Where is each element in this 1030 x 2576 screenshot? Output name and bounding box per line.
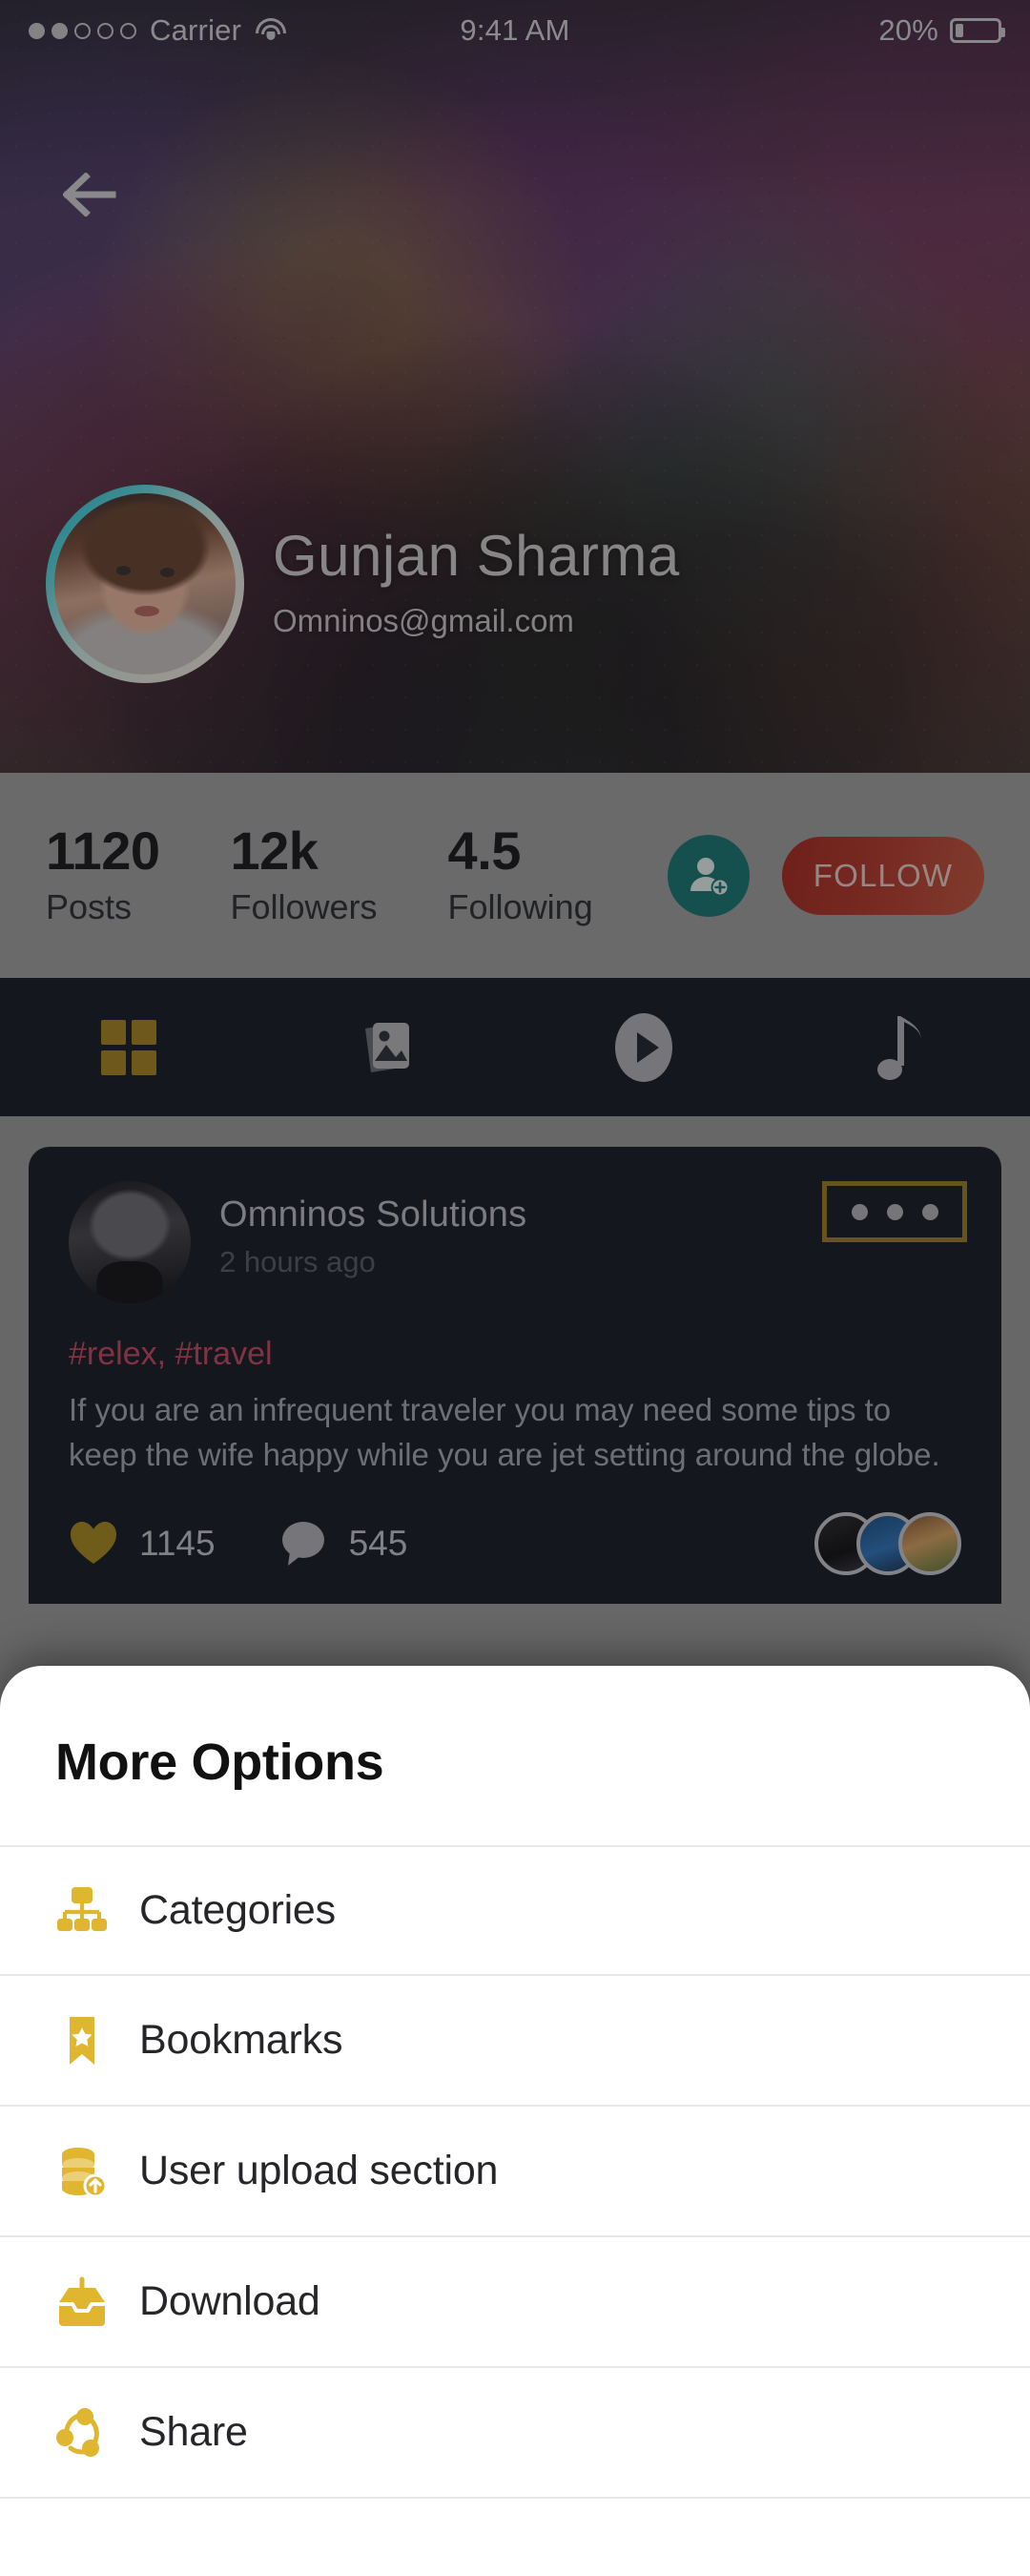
more-options-sheet: More Options Categories Bookmarks User u…: [0, 1666, 1030, 2576]
sheet-title: More Options: [55, 1734, 384, 1791]
menu-item-bookmarks[interactable]: Bookmarks: [0, 1976, 1030, 2107]
phone-screen: Carrier 9:41 AM 20% Gunjan Sharma Omnino…: [0, 0, 1030, 2576]
menu-item-user-upload[interactable]: User upload section: [0, 2107, 1030, 2237]
sitemap-icon: [55, 1884, 139, 1938]
menu-item-label: User upload section: [139, 2148, 499, 2193]
menu-item-label: Download: [139, 2278, 320, 2324]
menu-item-label: Share: [139, 2409, 248, 2455]
database-upload-icon: [55, 2145, 139, 2198]
share-nodes-icon: [55, 2406, 139, 2460]
menu-item-label: Bookmarks: [139, 2017, 343, 2063]
menu-item-label: Categories: [139, 1887, 336, 1933]
bookmark-star-icon: [55, 2014, 139, 2067]
menu-item-share[interactable]: Share: [0, 2368, 1030, 2499]
more-options-list: Categories Bookmarks User upload section…: [0, 1845, 1030, 2499]
menu-item-download[interactable]: Download: [0, 2237, 1030, 2368]
menu-item-categories[interactable]: Categories: [0, 1845, 1030, 1976]
download-tray-icon: [55, 2275, 139, 2329]
